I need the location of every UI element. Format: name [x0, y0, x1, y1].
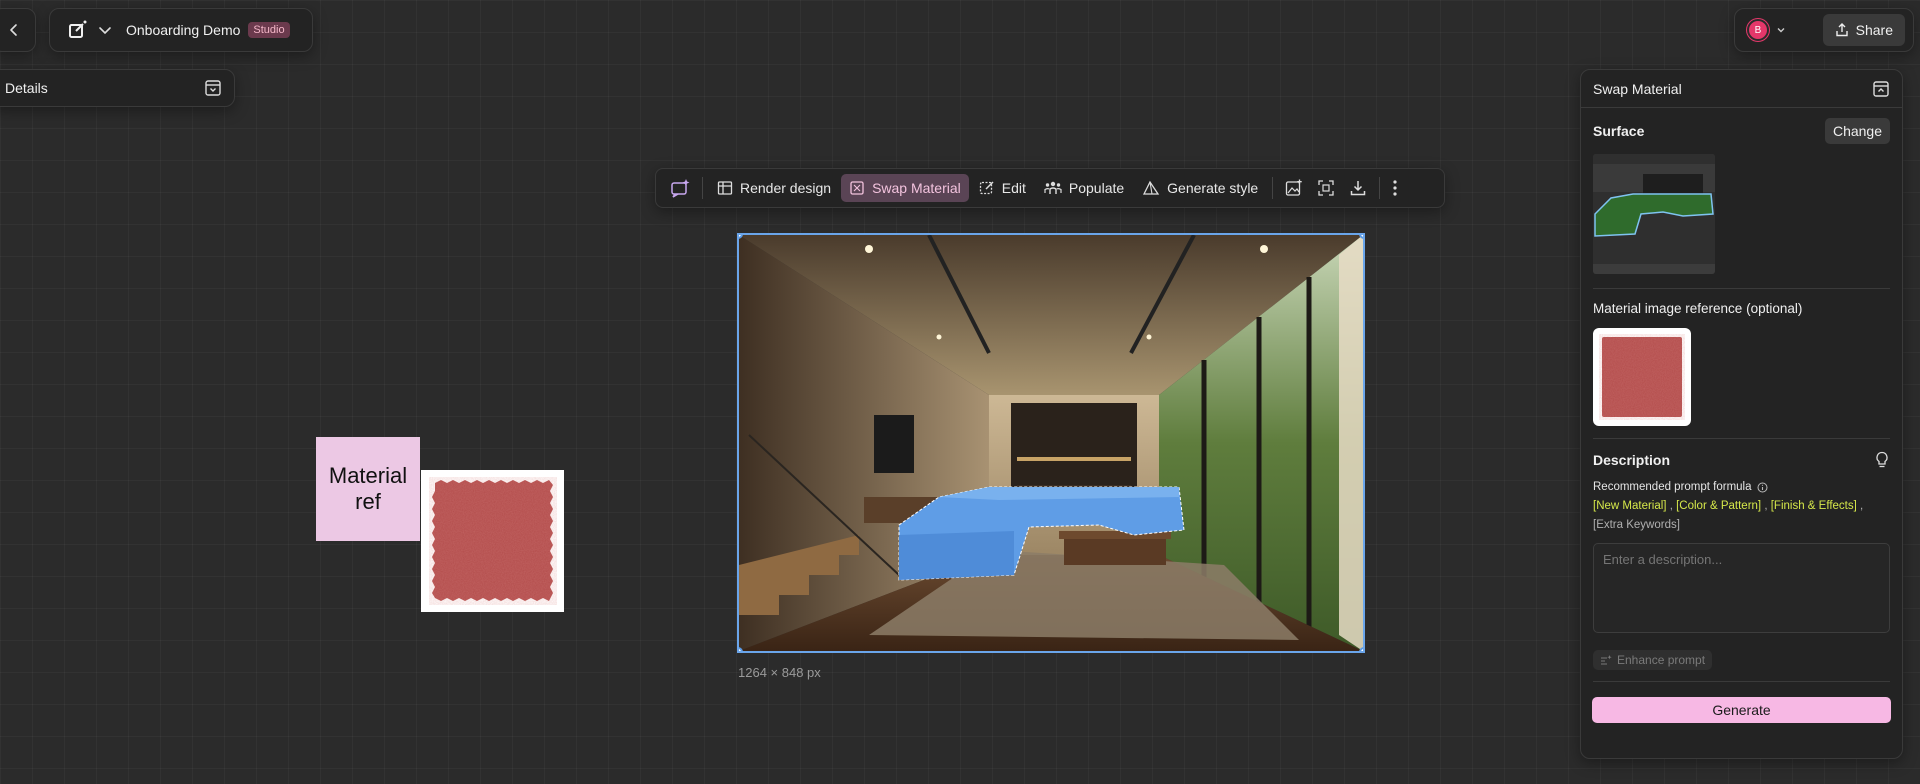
toolbar-divider [1379, 177, 1381, 199]
formula-separator: , [1860, 500, 1864, 512]
collapse-panel-icon[interactable] [204, 79, 222, 97]
people-icon [1044, 181, 1062, 194]
edit-pencil-icon [979, 181, 994, 195]
formula-extra-keywords: [Extra Keywords] [1593, 519, 1680, 531]
formula-title: Recommended prompt formula [1593, 481, 1752, 493]
add-image-button[interactable] [1279, 174, 1309, 202]
download-icon [1350, 181, 1366, 196]
enhance-prompt-label: Enhance prompt [1617, 653, 1706, 667]
surface-mask-preview [1593, 154, 1715, 274]
image-dimensions: 1264 × 848 px [738, 665, 821, 680]
surface-thumbnail[interactable] [1593, 154, 1715, 274]
render-design-label: Render design [740, 180, 832, 196]
style-brush-icon [1143, 180, 1160, 195]
image-toolbar: Render design Swap Material Edit Populat… [655, 168, 1445, 208]
kebab-menu-icon [1393, 180, 1397, 196]
app-logo-icon[interactable] [66, 18, 90, 42]
formula-separator: , [1669, 500, 1673, 512]
material-swatch-image[interactable] [421, 470, 564, 612]
chevron-down-icon[interactable] [96, 21, 114, 39]
toolbar-divider [1272, 177, 1274, 199]
share-button[interactable]: Share [1822, 14, 1905, 46]
lightbulb-icon[interactable] [1874, 451, 1890, 469]
material-ref-note[interactable]: Material ref [316, 437, 420, 541]
user-share-bar: B Share [1734, 8, 1914, 52]
enhance-sparkle-icon [1601, 655, 1612, 665]
material-ref-thumbnail[interactable] [1593, 328, 1691, 426]
description-input[interactable] [1593, 543, 1890, 633]
generate-style-button[interactable]: Generate style [1134, 174, 1266, 202]
share-icon [1835, 23, 1848, 37]
project-name[interactable]: Onboarding Demo [126, 22, 240, 38]
collapse-panel-icon[interactable] [1872, 80, 1890, 98]
edit-label: Edit [1001, 180, 1026, 196]
rendered-room-image[interactable] [737, 233, 1365, 653]
render-grid-icon [717, 181, 733, 195]
toolbar-divider [702, 177, 703, 199]
generate-style-label: Generate style [1167, 180, 1259, 196]
more-options-button[interactable] [1386, 174, 1404, 202]
enhance-prompt-button[interactable]: Enhance prompt [1593, 650, 1713, 670]
swap-material-panel: Swap Material Surface Change Material im… [1580, 69, 1903, 759]
share-label: Share [1855, 22, 1893, 38]
render-design-button[interactable]: Render design [709, 174, 839, 202]
material-ref-title: Material image reference (optional) [1593, 301, 1803, 316]
resize-handle-bottom-right[interactable] [1359, 647, 1363, 651]
chevron-down-icon[interactable] [1775, 24, 1787, 36]
info-icon[interactable] [1757, 482, 1768, 493]
panel-header: Swap Material [1581, 70, 1902, 108]
upscale-button[interactable] [1311, 174, 1341, 202]
material-ref-line1: Material [328, 462, 408, 488]
upscale-icon [1318, 180, 1334, 196]
chevron-left-icon [10, 24, 17, 36]
living-room-render [739, 235, 1363, 651]
prompt-formula: [New Material] , [Color & Pattern] , [Fi… [1593, 497, 1890, 535]
description-title: Description [1593, 452, 1671, 468]
plan-badge: Studio [248, 22, 290, 38]
formula-separator: , [1764, 500, 1768, 512]
swap-material-icon [850, 181, 864, 195]
project-bar: Onboarding Demo Studio [49, 8, 313, 52]
fabric-swatch [431, 480, 553, 601]
avatar[interactable]: B [1747, 19, 1769, 41]
populate-label: Populate [1068, 180, 1125, 196]
formula-color-pattern: [Color & Pattern] [1676, 500, 1762, 512]
swap-material-button[interactable]: Swap Material [841, 174, 969, 202]
generate-button[interactable]: Generate [1592, 697, 1891, 723]
panel-title: Swap Material [1593, 80, 1682, 97]
edit-button[interactable]: Edit [971, 174, 1034, 202]
sparkle-chat-icon [671, 179, 690, 198]
back-button[interactable] [0, 8, 36, 52]
populate-button[interactable]: Populate [1036, 174, 1132, 202]
change-surface-button[interactable]: Change [1824, 118, 1890, 144]
swap-material-label: Swap Material [872, 180, 961, 196]
surface-title: Surface [1593, 123, 1645, 139]
material-ref-line2: ref [355, 489, 381, 514]
ai-assistant-button[interactable] [664, 174, 696, 202]
image-plus-icon [1286, 179, 1302, 196]
formula-new-material: [New Material] [1593, 500, 1667, 512]
formula-finish-effects: [Finish & Effects] [1770, 500, 1857, 512]
details-title: Details [5, 80, 48, 96]
fabric-swatch-thumbnail [1602, 337, 1682, 417]
details-panel: Details [0, 69, 235, 107]
download-button[interactable] [1343, 174, 1373, 202]
